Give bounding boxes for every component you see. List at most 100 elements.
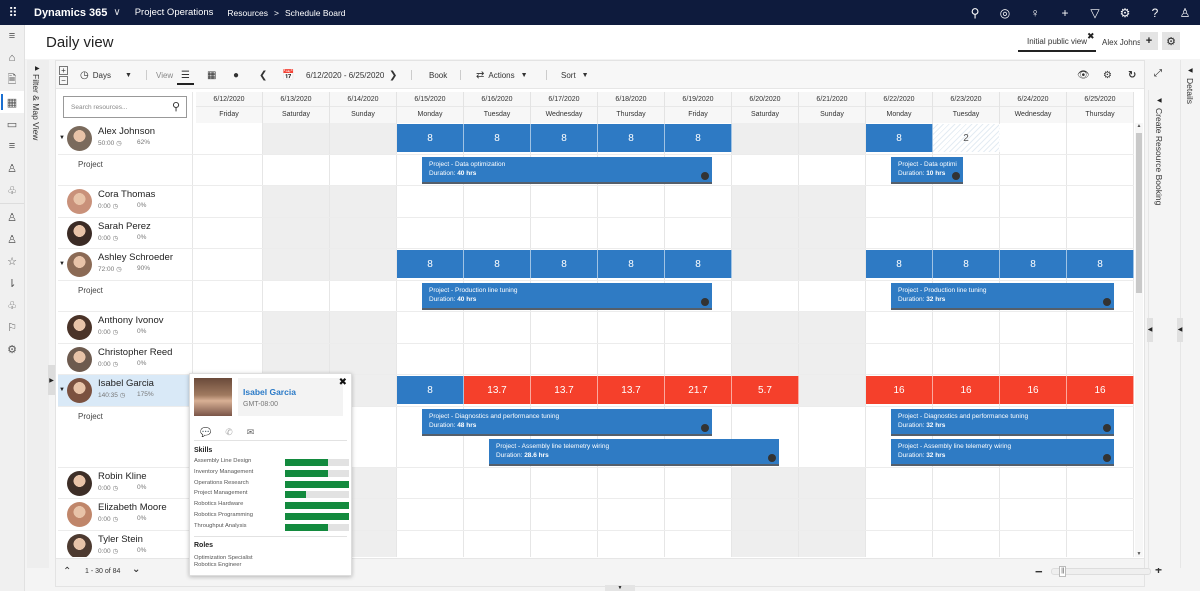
daily-hours-block[interactable]: 8: [665, 124, 732, 152]
grid-cell[interactable]: [799, 217, 866, 248]
resource-name[interactable]: Christopher Reed: [98, 347, 172, 358]
booking-bar[interactable]: Project - Data optimization Duration: 40 …: [422, 156, 712, 184]
breadcrumb-schedule-board[interactable]: Schedule Board: [285, 8, 346, 18]
zoom-slider-thumb[interactable]: ||: [1059, 566, 1067, 577]
grid-cell[interactable]: [732, 467, 799, 498]
grid-cell[interactable]: [1067, 343, 1134, 374]
grid-cell[interactable]: [464, 312, 531, 343]
grid-cell[interactable]: [330, 280, 397, 311]
grid-cell[interactable]: [330, 312, 397, 343]
grid-cell[interactable]: [1000, 217, 1067, 248]
grid-cell[interactable]: [196, 154, 263, 185]
grid-cell[interactable]: [665, 217, 732, 248]
booking-bar[interactable]: Project - Assembly line telemetry wiring…: [891, 438, 1114, 466]
expand-arrow-icon[interactable]: ▶: [35, 65, 40, 72]
grid-cell[interactable]: [866, 312, 933, 343]
grid-cell[interactable]: [1000, 530, 1067, 557]
resource-name[interactable]: Anthony Ivonov: [98, 315, 164, 326]
scroll-up-icon[interactable]: ▲: [1135, 123, 1143, 129]
collapse-resource-pane-handle[interactable]: ▶: [48, 365, 55, 395]
grid-cell[interactable]: [1000, 312, 1067, 343]
resource-name[interactable]: Cora Thomas: [98, 189, 155, 200]
rail-item-home[interactable]: ⌂: [0, 47, 24, 69]
grid-cell[interactable]: [397, 186, 464, 217]
resource-name[interactable]: Ashley Schroeder: [98, 252, 173, 263]
email-icon[interactable]: ✉: [247, 427, 255, 438]
grid-cell[interactable]: [397, 499, 464, 530]
grid-cell[interactable]: [598, 530, 665, 557]
grid-cell[interactable]: [799, 312, 866, 343]
settings-icon[interactable]: ⚙: [1110, 6, 1140, 20]
daily-hours-block[interactable]: 8: [464, 250, 531, 278]
grid-cell[interactable]: [397, 217, 464, 248]
resource-cell[interactable]: Cora Thomas 0:00 ◷ 0%: [58, 186, 193, 217]
grid-cell[interactable]: [732, 343, 799, 374]
grid-cell[interactable]: [1000, 123, 1067, 154]
resource-card-name[interactable]: Isabel Garcia: [243, 387, 296, 397]
booking-bar[interactable]: Project - Diagnostics and performance tu…: [422, 408, 712, 436]
lightbulb-icon[interactable]: ♀: [1020, 6, 1050, 20]
grid-cell[interactable]: [330, 217, 397, 248]
daily-hours-block[interactable]: 16: [1000, 376, 1067, 404]
rail-item-resources[interactable]: ≡: [0, 135, 24, 157]
collapse-arrow-icon[interactable]: ◀: [1188, 67, 1193, 74]
daily-hours-block[interactable]: 8: [531, 250, 598, 278]
grid-cell[interactable]: [866, 186, 933, 217]
daily-hours-block[interactable]: 16: [1067, 376, 1134, 404]
daily-hours-block[interactable]: 13.7: [464, 376, 531, 404]
resource-cell[interactable]: ▼ Ashley Schroeder 72:00 ◷ 90%: [58, 249, 193, 280]
grid-cell[interactable]: [196, 217, 263, 248]
grid-cell[interactable]: [397, 343, 464, 374]
chevron-down-icon[interactable]: ∨: [113, 7, 120, 18]
expand-caret-icon[interactable]: ▼: [59, 387, 65, 393]
grid-cell[interactable]: [263, 249, 330, 280]
grid-cell[interactable]: [799, 249, 866, 280]
zoom-out-button[interactable]: −: [1035, 564, 1043, 579]
grid-cell[interactable]: [799, 154, 866, 185]
grid-cell[interactable]: [866, 530, 933, 557]
daily-hours-block[interactable]: 8: [933, 250, 1000, 278]
grid-cell[interactable]: [799, 375, 866, 406]
rail-item-favorites[interactable]: ☆: [0, 250, 24, 272]
grid-cell[interactable]: [866, 217, 933, 248]
grid-cell[interactable]: [263, 217, 330, 248]
plus-icon[interactable]: +: [1050, 6, 1080, 20]
grid-cell[interactable]: [732, 530, 799, 557]
previous-icon[interactable]: ❮: [259, 70, 267, 81]
daily-hours-block[interactable]: 13.7: [531, 376, 598, 404]
page-up-icon[interactable]: ⌃: [63, 566, 71, 577]
rail-item-roles[interactable]: ♙: [0, 157, 24, 179]
grid-cell[interactable]: [732, 123, 799, 154]
filter-map-panel[interactable]: ▶ Filter & Map View ▶: [27, 60, 55, 568]
grid-cell[interactable]: [464, 499, 531, 530]
search-input[interactable]: Search resources... ⚲: [63, 96, 187, 118]
timescale-dropdown[interactable]: ◷ Days ▼: [80, 61, 132, 89]
daily-hours-block[interactable]: 8: [665, 250, 732, 278]
grid-cell[interactable]: [732, 280, 799, 311]
daily-hours-block[interactable]: 8: [397, 250, 464, 278]
close-icon[interactable]: ✖: [339, 377, 347, 388]
grid-cell[interactable]: [263, 123, 330, 154]
date-range[interactable]: 6/12/2020 - 6/25/2020: [306, 71, 384, 80]
grid-cell[interactable]: [397, 467, 464, 498]
grid-cell[interactable]: [799, 280, 866, 311]
grid-cell[interactable]: [196, 312, 263, 343]
grid-cell[interactable]: [1067, 467, 1134, 498]
booking-bar[interactable]: Project - Diagnostics and performance tu…: [891, 408, 1114, 436]
grid-cell[interactable]: [732, 217, 799, 248]
grid-cell[interactable]: [1067, 217, 1134, 248]
collapse-all-icon[interactable]: −: [59, 75, 68, 85]
grid-cell[interactable]: [531, 343, 598, 374]
scrollbar-thumb[interactable]: [1136, 133, 1142, 293]
resource-name[interactable]: Isabel Garcia: [98, 378, 154, 389]
daily-hours-block[interactable]: 2: [933, 124, 1000, 152]
resource-name[interactable]: Sarah Perez: [98, 221, 151, 232]
grid-cell[interactable]: [933, 217, 1000, 248]
grid-cell[interactable]: [263, 280, 330, 311]
daily-hours-block[interactable]: 8: [866, 250, 933, 278]
resource-cell[interactable]: Elizabeth Moore 0:00 ◷ 0%: [58, 499, 193, 530]
grid-cell[interactable]: [1000, 499, 1067, 530]
grid-cell[interactable]: [1067, 154, 1134, 185]
grid-cell[interactable]: [263, 154, 330, 185]
app-launcher-icon[interactable]: ⠿: [0, 5, 25, 21]
